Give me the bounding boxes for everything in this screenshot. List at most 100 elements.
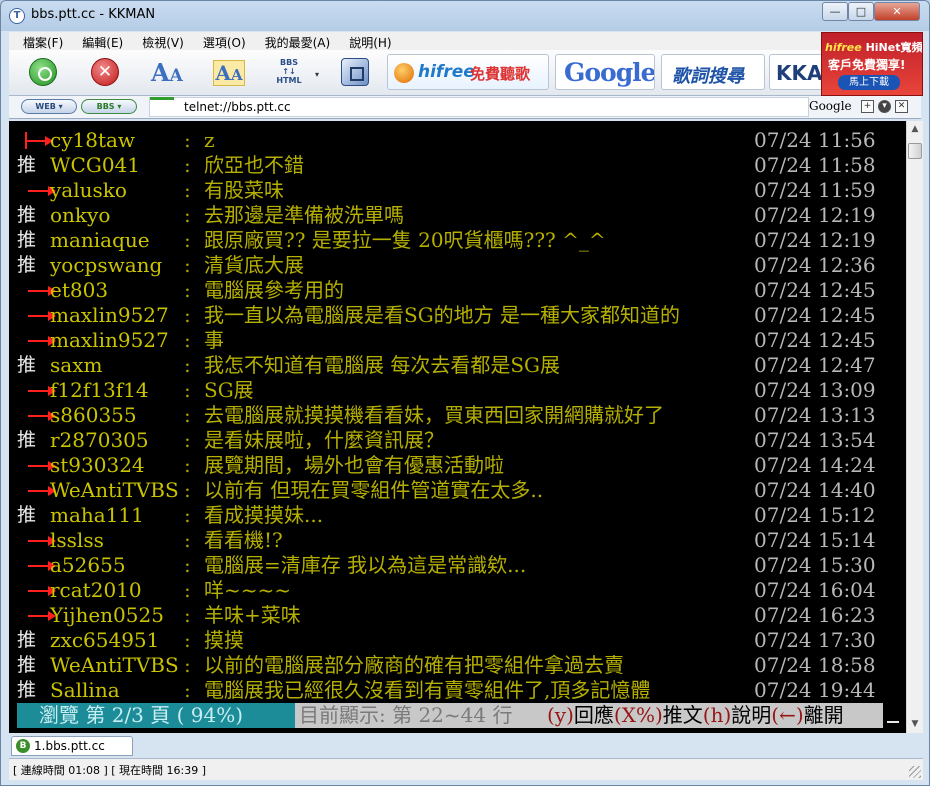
comment-separator: :: [184, 678, 191, 702]
help-key: (h): [702, 703, 732, 727]
comment-message: 看成摸摸妹...: [204, 503, 324, 527]
scroll-up-icon[interactable]: ▲: [907, 121, 923, 138]
maximize-button[interactable]: □: [848, 2, 874, 21]
comment-separator: :: [184, 528, 191, 552]
font-style-button[interactable]: AA: [209, 56, 249, 90]
comment-row: maxlin9527: 我一直以為電腦展是看SG的地方 是一種大家都知道的 07/2…: [9, 303, 906, 328]
page-indicator: 瀏覽 第 2/3 頁 ( 94%): [17, 703, 295, 728]
comment-user: maxlin9527: [50, 303, 169, 327]
push-tag: 推: [17, 254, 37, 276]
comment-row: WeAntiTVBS: 以前有 但現在買零組件管道實在太多.. 07/24 14:4…: [9, 478, 906, 503]
leave-key: (←): [771, 703, 804, 727]
comment-user: maniaque: [50, 228, 150, 252]
comment-time: 07/24 15:14: [754, 528, 876, 552]
new-window-icon[interactable]: +: [861, 100, 874, 113]
push-hint: 推文: [662, 703, 703, 727]
bbs-mode-button[interactable]: BBS ▾: [81, 99, 137, 114]
comment-message: 去那邊是準備被洗單嗎: [204, 203, 404, 227]
terminal-status-bar: 瀏覽 第 2/3 頁 ( 94%) 目前顯示: 第 22~44 行 (y)回應 (…: [9, 703, 906, 728]
comment-time: 07/24 16:23: [754, 603, 876, 627]
comment-separator: :: [184, 153, 191, 177]
push-tag: 推: [17, 154, 37, 176]
status-bar: [ 連線時間 01:08 ] [ 現在時間 16:39 ]: [9, 758, 923, 780]
comment-row: yalusko: 有股菜味 07/24 11:59: [9, 178, 906, 203]
close-bar-icon[interactable]: ✕: [895, 100, 908, 113]
address-bar: WEB ▾ BBS ▾ telnet://bbs.ptt.cc Google +…: [9, 96, 921, 119]
arrow-reply-icon: [17, 303, 56, 328]
comment-time: 07/24 13:13: [754, 403, 876, 427]
comment-message: 看看機!?: [204, 528, 283, 552]
promo-line1-text: HiNet寬頻: [861, 41, 923, 54]
reply-hint: 回應: [573, 703, 614, 727]
resize-grip-icon[interactable]: [909, 766, 921, 778]
comment-user: st930324: [50, 453, 145, 477]
url-input[interactable]: telnet://bbs.ptt.cc: [149, 97, 809, 117]
reply-key: (y): [547, 703, 574, 727]
disconnect-button[interactable]: ✕: [85, 56, 125, 90]
help-hint: 說明: [731, 703, 772, 727]
line-range: 目前顯示: 第 22~44 行: [295, 703, 547, 728]
kka-ad-button[interactable]: KKA: [769, 54, 829, 90]
window-title: bbs.ptt.cc - KKMAN: [31, 7, 156, 22]
menu-bar: 檔案(F) 編輯(E) 檢視(V) 選項(O) 我的最愛(A) 說明(H): [9, 32, 821, 50]
connect-button[interactable]: [23, 56, 63, 90]
menu-file[interactable]: 檔案(F): [9, 32, 68, 51]
comment-time: 07/24 11:58: [754, 153, 876, 177]
push-tag: 推: [17, 504, 37, 526]
arrow-reply-icon: [17, 478, 56, 503]
close-button[interactable]: ✕: [874, 2, 920, 21]
comment-time: 07/24 12:36: [754, 253, 876, 277]
comment-row: et803: 電腦展參考用的 07/24 12:45: [9, 278, 906, 303]
comment-time: 07/24 15:30: [754, 553, 876, 577]
comment-row: rcat2010: 咩~~~~ 07/24 16:04: [9, 578, 906, 603]
scroll-thumb[interactable]: [908, 143, 922, 159]
bbs-html-toggle[interactable]: BBS ↑↓ HTML ▾: [271, 56, 319, 90]
comment-user: lsslss: [50, 528, 104, 552]
plugin-button[interactable]: [335, 56, 375, 90]
dropdown-icon[interactable]: ▾: [878, 100, 891, 113]
comment-user: maxlin9527: [50, 328, 169, 352]
comment-separator: :: [184, 553, 191, 577]
comment-user: yalusko: [50, 178, 127, 202]
comment-separator: :: [184, 253, 191, 277]
comment-time: 07/24 12:47: [754, 353, 876, 377]
comment-time: 07/24 18:58: [754, 653, 876, 677]
hifree-icon: [394, 63, 414, 83]
comment-user: a52655: [50, 553, 126, 577]
scroll-down-icon[interactable]: ▼: [907, 716, 923, 733]
title-bar[interactable]: T bbs.ptt.cc - KKMAN — □ ✕: [1, 1, 929, 31]
comment-separator: :: [184, 478, 191, 502]
menu-edit[interactable]: 編輯(E): [68, 32, 128, 51]
comment-message: 摸摸: [204, 628, 244, 652]
hinet-promo-banner[interactable]: hifree HiNet寬頻 客戶免費獨享! 馬上下載: [821, 32, 923, 96]
arrow-reply-icon: [17, 578, 56, 603]
font-size-icon: AA: [151, 58, 183, 87]
comment-user: saxm: [50, 353, 103, 377]
comment-separator: :: [184, 403, 191, 427]
font-size-button[interactable]: AA: [147, 56, 187, 90]
comment-time: 07/24 16:04: [754, 578, 876, 602]
comment-message: 展覽期間，場外也會有優惠活動啦: [204, 453, 504, 477]
comment-user: Sallina: [50, 678, 120, 702]
comment-separator: :: [184, 503, 191, 527]
hifree-ad-button[interactable]: hifree 免費聽歌: [387, 54, 549, 90]
comment-message: 以前的電腦展部分廠商的確有把零組件拿過去賣: [204, 653, 624, 677]
promo-download-button[interactable]: 馬上下載: [838, 75, 900, 90]
google-ad-button[interactable]: Google: [555, 54, 655, 90]
comment-message: 是看妹展啦，什麼資訊展？: [204, 428, 444, 452]
bbs-terminal[interactable]: cy18taw: z 07/24 11:56 推 WCG041: 欣亞也不錯 07/24 1…: [9, 121, 906, 733]
minimize-button[interactable]: —: [822, 2, 848, 21]
comment-separator: :: [184, 228, 191, 252]
tab-bbs-ptt[interactable]: B 1.bbs.ptt.cc: [11, 736, 133, 756]
web-mode-button[interactable]: WEB ▾: [21, 99, 77, 114]
hifree-label: hifree: [418, 62, 475, 82]
menu-options[interactable]: 選項(O): [189, 32, 251, 51]
comment-row: 推 WeAntiTVBS: 以前的電腦展部分廠商的確有把零組件拿過去賣 07/24 1…: [9, 653, 906, 678]
comment-message: 以前有 但現在買零組件管道實在太多..: [204, 478, 544, 502]
menu-help[interactable]: 說明(H): [335, 32, 396, 51]
menu-view[interactable]: 檢視(V): [128, 32, 189, 51]
menu-favorites[interactable]: 我的最愛(A): [251, 32, 336, 51]
comment-time: 07/24 13:54: [754, 428, 876, 452]
lyrics-search-button[interactable]: 歌詞搜尋: [661, 54, 765, 90]
terminal-scrollbar[interactable]: ▲ ▼: [906, 121, 923, 733]
